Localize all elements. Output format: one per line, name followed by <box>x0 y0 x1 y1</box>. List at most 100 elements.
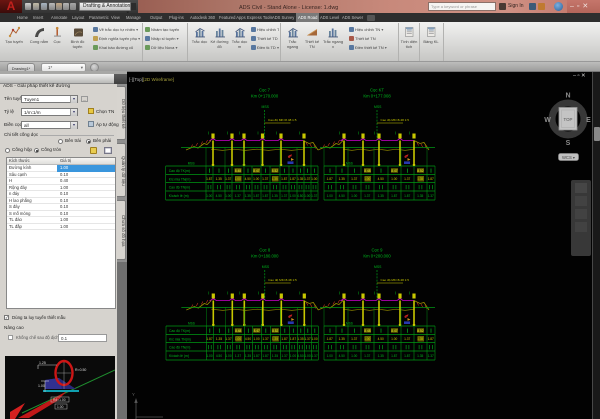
svg-text:1.35: 1.35 <box>245 194 251 198</box>
svg-text:1.00: 1.00 <box>253 177 259 181</box>
svg-text:1.00: 1.00 <box>225 354 231 358</box>
svg-text:E: E <box>586 117 591 124</box>
svg-text:1.00: 1.00 <box>38 384 45 388</box>
svg-text:Cao độ TK(m): Cao độ TK(m) <box>169 329 190 333</box>
svg-text:1.00: 1.00 <box>253 337 259 341</box>
svg-text:Cọc 7: Cọc 7 <box>259 88 271 93</box>
svg-text:8.52: 8.52 <box>417 169 423 173</box>
svg-text:8.52: 8.52 <box>272 329 278 333</box>
svg-text:8.47: 8.47 <box>253 169 259 173</box>
svg-text:1.00: 1.00 <box>311 337 317 341</box>
svg-text:1.00: 1.00 <box>391 337 397 341</box>
svg-text:1.35: 1.35 <box>378 194 384 198</box>
svg-text:Cao độ MK=8.48 1:5: Cao độ MK=8.48 1:5 <box>268 278 297 282</box>
svg-text:4.50: 4.50 <box>339 194 345 198</box>
svg-text:1.00: 1.00 <box>290 194 296 198</box>
svg-text:4.50: 4.50 <box>297 354 303 358</box>
svg-text:MSS: MSS <box>262 105 270 109</box>
svg-text:4.50: 4.50 <box>245 337 251 341</box>
svg-text:1.87: 1.87 <box>428 177 434 181</box>
svg-text:1.00: 1.00 <box>304 194 310 198</box>
svg-text:MSS: MSS <box>346 322 353 326</box>
svg-text:TOP: TOP <box>564 117 573 122</box>
svg-text:8.48: 8.48 <box>235 329 241 333</box>
svg-text:1.87: 1.87 <box>327 177 333 181</box>
svg-text:1.87: 1.87 <box>253 354 259 358</box>
svg-text:1.35: 1.35 <box>272 354 278 358</box>
svg-text:Km 0+180.000: Km 0+180.000 <box>251 254 279 259</box>
svg-text:1.37: 1.37 <box>304 337 310 341</box>
svg-text:Cọc KT: Cọc KT <box>370 88 384 93</box>
svg-text:4.50: 4.50 <box>339 354 345 358</box>
svg-text:W: W <box>544 117 551 124</box>
svg-text:1.37: 1.37 <box>304 177 310 181</box>
svg-text:K/c mia TN(m): K/c mia TN(m) <box>169 337 191 341</box>
svg-text:Cao độ MK=8.48 1:5: Cao độ MK=8.48 1:5 <box>268 118 297 122</box>
svg-text:1.87: 1.87 <box>281 337 287 341</box>
svg-text:1.37: 1.37 <box>428 194 434 198</box>
svg-text:1.37: 1.37 <box>404 337 410 341</box>
svg-text:1.35: 1.35 <box>417 354 423 358</box>
svg-text:4.50: 4.50 <box>378 177 384 181</box>
svg-text:1.37: 1.37 <box>235 354 241 358</box>
svg-text:1.37: 1.37 <box>235 194 241 198</box>
svg-text:1.87: 1.87 <box>281 177 287 181</box>
svg-text:1.37: 1.37 <box>262 177 268 181</box>
svg-text:1.87: 1.87 <box>253 194 259 198</box>
svg-text:1.35: 1.35 <box>417 177 423 181</box>
svg-text:1.00: 1.00 <box>206 194 212 198</box>
svg-text:1.00: 1.00 <box>327 354 333 358</box>
svg-text:4.50: 4.50 <box>216 194 222 198</box>
svg-text:Cao độ MK=8.48 1:5: Cao độ MK=8.48 1:5 <box>381 278 410 282</box>
svg-text:K/cách lẻ (m): K/cách lẻ (m) <box>169 194 189 198</box>
svg-text:K/cách lẻ (m): K/cách lẻ (m) <box>169 354 189 358</box>
svg-text:Y: Y <box>132 392 135 397</box>
svg-text:1.00: 1.00 <box>351 354 357 358</box>
svg-text:8.48: 8.48 <box>364 329 370 333</box>
svg-text:1.35: 1.35 <box>339 177 345 181</box>
svg-text:Cao độ MK=8.48 1:5: Cao độ MK=8.48 1:5 <box>381 118 410 122</box>
svg-text:WCS ▾: WCS ▾ <box>562 155 575 160</box>
svg-text:R=0.50: R=0.50 <box>75 368 86 372</box>
svg-text:1.37: 1.37 <box>351 177 357 181</box>
svg-text:MSS: MSS <box>188 322 195 326</box>
svg-text:Rđ=1.00: Rđ=1.00 <box>53 398 66 402</box>
svg-text:1.87: 1.87 <box>391 354 397 358</box>
svg-text:8.48: 8.48 <box>235 169 241 173</box>
svg-text:8.47: 8.47 <box>254 329 260 333</box>
svg-text:1.87: 1.87 <box>290 177 296 181</box>
svg-text:1.37: 1.37 <box>364 194 370 198</box>
svg-text:1.35: 1.35 <box>245 354 251 358</box>
svg-text:1.00: 1.00 <box>235 337 241 341</box>
svg-text:1.35: 1.35 <box>297 177 303 181</box>
svg-text:1.37: 1.37 <box>281 194 287 198</box>
svg-text:1.37: 1.37 <box>281 354 287 358</box>
svg-text:1.00: 1.00 <box>57 405 64 409</box>
svg-text:1.00: 1.00 <box>391 177 397 181</box>
svg-text:1.87: 1.87 <box>206 177 212 181</box>
svg-text:1.00: 1.00 <box>235 177 241 181</box>
svg-text:1.00: 1.00 <box>304 354 310 358</box>
svg-text:1.37: 1.37 <box>225 177 231 181</box>
svg-text:1.35: 1.35 <box>216 177 222 181</box>
svg-text:1.87: 1.87 <box>206 337 212 341</box>
svg-text:1.00: 1.00 <box>311 177 317 181</box>
svg-text:1.00: 1.00 <box>290 354 296 358</box>
svg-text:Km 0+170.000: Km 0+170.000 <box>251 94 279 99</box>
svg-text:1.87: 1.87 <box>404 354 410 358</box>
svg-text:Km 0+200.000: Km 0+200.000 <box>363 254 391 259</box>
svg-text:1.37: 1.37 <box>311 354 317 358</box>
svg-text:1.37: 1.37 <box>364 354 370 358</box>
svg-text:1.25: 1.25 <box>39 361 46 365</box>
svg-text:1.35: 1.35 <box>339 337 345 341</box>
svg-text:S: S <box>566 140 571 147</box>
svg-text:K/c mia TN(m): K/c mia TN(m) <box>169 177 191 181</box>
svg-text:1.35: 1.35 <box>378 354 384 358</box>
svg-text:Cao độ TN(m): Cao độ TN(m) <box>169 345 190 349</box>
svg-text:MSS: MSS <box>374 265 382 269</box>
svg-text:1.87: 1.87 <box>290 337 296 341</box>
svg-text:8.52: 8.52 <box>417 329 423 333</box>
svg-text:1.37: 1.37 <box>404 177 410 181</box>
svg-text:MSS: MSS <box>262 265 270 269</box>
svg-text:1.37: 1.37 <box>351 337 357 341</box>
